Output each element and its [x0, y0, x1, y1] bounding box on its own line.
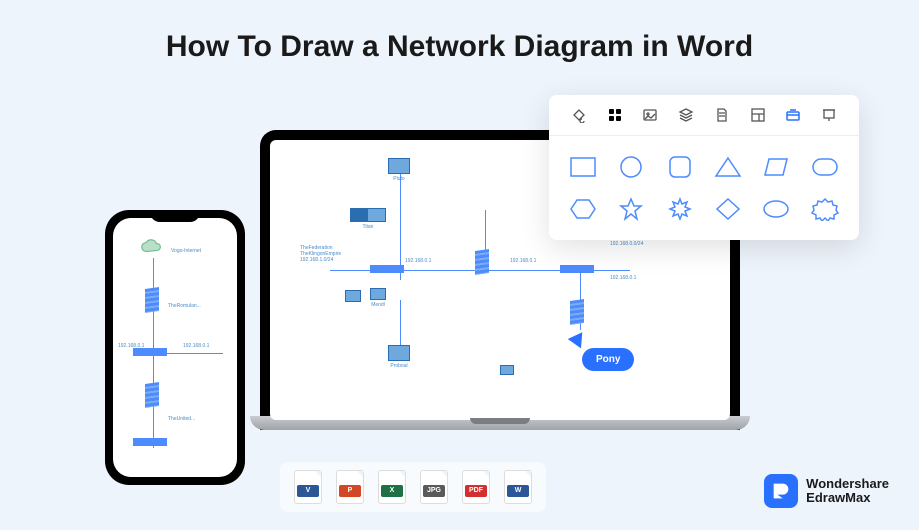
brand-logo-block: Wondershare EdrawMax	[764, 474, 889, 508]
shape-grid	[549, 136, 859, 240]
grid-icon[interactable]	[605, 105, 625, 125]
node-label: Vogo-Internet	[171, 248, 201, 254]
laptop-hinge-notch	[470, 418, 530, 424]
shape-seal[interactable]	[807, 194, 843, 224]
printer-icon	[345, 290, 361, 302]
layers-icon[interactable]	[676, 105, 696, 125]
switch-icon	[133, 348, 167, 356]
node-label: Titan	[363, 224, 374, 230]
file-badge: P	[339, 485, 361, 497]
node-switch-2	[560, 265, 594, 273]
connector	[330, 270, 570, 271]
layout-icon[interactable]	[748, 105, 768, 125]
ip-label: 192.168.0.1	[610, 275, 636, 281]
node-switch-1	[370, 265, 404, 273]
presentation-icon[interactable]	[819, 105, 839, 125]
connector	[400, 170, 401, 280]
shape-rounded-square[interactable]	[662, 152, 698, 182]
node-server-p1	[145, 288, 159, 312]
shape-triangle[interactable]	[710, 152, 746, 182]
network-diagram-phone: Vogo-Internet TheRomulan... 192.168.0.1 …	[113, 218, 237, 477]
cloud-icon	[139, 238, 167, 256]
export-pdf-icon[interactable]: PDF	[462, 470, 490, 504]
server-icon	[475, 249, 489, 275]
shape-ellipse[interactable]	[758, 194, 794, 224]
shape-rounded-rect[interactable]	[807, 152, 843, 182]
page-title: How To Draw a Network Diagram in Word	[0, 0, 919, 64]
node-server-2	[570, 300, 584, 324]
server-icon	[570, 299, 584, 325]
node-switch-p	[133, 348, 167, 356]
ip-label: 192.168.0.1	[510, 258, 536, 264]
node-proboal: Proboal	[388, 345, 410, 369]
brand-line1: Wondershare	[806, 477, 889, 491]
node-pluto: Pluto	[388, 158, 410, 182]
ip-label: 192.168.0.1	[183, 343, 209, 349]
laptop-icon	[388, 345, 410, 361]
toolbar-icon-row	[549, 95, 859, 136]
server-icon	[145, 382, 159, 408]
shape-burst[interactable]	[662, 194, 698, 224]
node-mendl-pc: Mendl	[370, 288, 386, 308]
export-excel-icon[interactable]: X	[378, 470, 406, 504]
laptop-icon	[500, 365, 514, 375]
file-badge: W	[507, 485, 529, 497]
switch-icon	[370, 265, 404, 273]
node-server-1	[475, 250, 489, 274]
node-label: TheFederation TheKlingonEmpire 192.168.1…	[300, 245, 341, 263]
monitor-icon	[370, 288, 386, 300]
rack-icon	[350, 208, 386, 222]
export-format-bar: V P X JPG PDF W	[280, 462, 546, 512]
page-icon[interactable]	[712, 105, 732, 125]
brand-text: Wondershare EdrawMax	[806, 477, 889, 506]
export-word-icon[interactable]: W	[504, 470, 532, 504]
shape-parallelogram[interactable]	[758, 152, 794, 182]
computer-icon	[388, 158, 410, 174]
shape-circle[interactable]	[613, 152, 649, 182]
brand-line2: EdrawMax	[806, 491, 889, 505]
phone-display: Vogo-Internet TheRomulan... 192.168.0.1 …	[113, 218, 237, 477]
file-badge: V	[297, 485, 319, 497]
shape-diamond[interactable]	[710, 194, 746, 224]
edrawmax-logo-icon	[764, 474, 798, 508]
node-titan: Titan	[350, 208, 386, 230]
server-icon	[145, 287, 159, 313]
shape-hexagon[interactable]	[565, 194, 601, 224]
node-laptop-small	[500, 365, 514, 375]
node-label: TheRomulan...	[168, 303, 201, 309]
export-jpg-icon[interactable]: JPG	[420, 470, 448, 504]
file-badge: X	[381, 485, 403, 497]
node-label: TheUnited...	[168, 416, 195, 422]
node-server-p2	[145, 383, 159, 407]
export-visio-icon[interactable]: V	[294, 470, 322, 504]
shape-rectangle[interactable]	[565, 152, 601, 182]
switch-icon	[560, 265, 594, 273]
fill-icon[interactable]	[569, 105, 589, 125]
node-label: Mendl	[371, 302, 385, 308]
cursor-icon	[568, 332, 588, 351]
user-cursor-label: Pony	[582, 348, 634, 371]
node-switch-p2	[133, 438, 167, 446]
node-label: Pluto	[393, 176, 404, 182]
node-mendl	[345, 290, 361, 302]
export-powerpoint-icon[interactable]: P	[336, 470, 364, 504]
shapes-panel	[549, 95, 859, 240]
shape-star[interactable]	[613, 194, 649, 224]
file-badge: JPG	[423, 485, 445, 497]
phone-notch	[150, 210, 200, 222]
ip-label: 192.168.0.1	[405, 258, 431, 264]
file-badge: PDF	[465, 485, 487, 497]
switch-icon	[133, 438, 167, 446]
node-federation: TheFederation TheKlingonEmpire 192.168.1…	[300, 245, 341, 263]
image-icon[interactable]	[640, 105, 660, 125]
shapes-icon[interactable]	[783, 105, 803, 125]
node-label: Proboal	[390, 363, 407, 369]
phone-mockup: Vogo-Internet TheRomulan... 192.168.0.1 …	[105, 210, 245, 485]
node-cloud	[139, 238, 167, 256]
